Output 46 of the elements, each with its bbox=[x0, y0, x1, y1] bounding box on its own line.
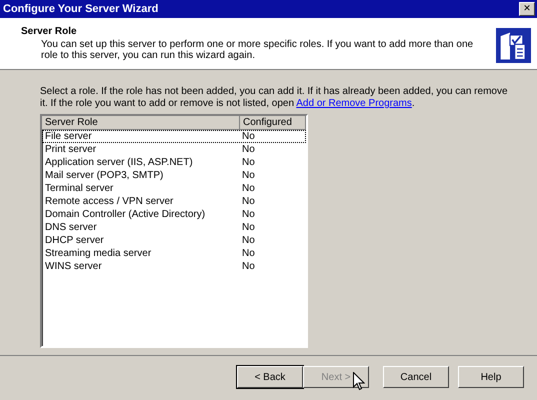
close-button[interactable]: ✕ bbox=[519, 2, 535, 16]
configured-status: No bbox=[242, 144, 256, 155]
role-name: Domain Controller (Active Directory) bbox=[44, 209, 206, 220]
role-name: Streaming media server bbox=[44, 248, 152, 259]
wizard-button[interactable]: Help bbox=[458, 366, 524, 388]
configured-status: No bbox=[242, 261, 256, 272]
role-row[interactable]: Remote access / VPN server No bbox=[42, 195, 306, 208]
instruction-text: Select a role. If the role has not been added, you can add it. If it has already been added, you can remove it. If the role you want to add or remove is not listed, open Add or Remove Programs. bbox=[40, 86, 509, 110]
role-row[interactable]: Domain Controller (Active Directory) No bbox=[42, 208, 306, 221]
configured-status: No bbox=[242, 209, 256, 220]
role-name: Remote access / VPN server bbox=[44, 196, 174, 207]
role-name: DHCP server bbox=[44, 235, 105, 246]
role-row[interactable]: Print server No bbox=[42, 143, 306, 156]
page-title: Server Role bbox=[21, 26, 78, 37]
add-remove-programs-link[interactable]: Add or Remove Programs bbox=[296, 98, 412, 109]
role-name: DNS server bbox=[44, 222, 98, 233]
configured-status: No bbox=[242, 131, 256, 142]
column-header[interactable]: Server Role bbox=[42, 116, 240, 130]
role-name: Application server (IIS, ASP.NET) bbox=[44, 157, 194, 168]
configured-status: No bbox=[242, 157, 256, 168]
configured-status: No bbox=[242, 196, 256, 207]
role-row[interactable]: DNS server No bbox=[42, 221, 306, 234]
role-row[interactable]: DHCP server No bbox=[42, 234, 306, 247]
configured-status: No bbox=[242, 170, 256, 181]
configured-status: No bbox=[242, 222, 256, 233]
role-row[interactable]: Streaming media server No bbox=[42, 247, 306, 260]
mouse-pointer-icon bbox=[353, 372, 365, 391]
role-name: Mail server (POP3, SMTP) bbox=[44, 170, 164, 181]
role-row[interactable]: WINS server No bbox=[42, 260, 306, 273]
role-row[interactable]: Terminal server No bbox=[42, 182, 306, 195]
role-row[interactable]: File server No bbox=[42, 130, 306, 143]
window-title: Configure Your Server Wizard bbox=[3, 3, 158, 15]
role-name: WINS server bbox=[44, 261, 103, 272]
role-row[interactable]: Application server (IIS, ASP.NET) No bbox=[42, 156, 306, 169]
checklist-icon bbox=[496, 28, 531, 63]
role-name: File server bbox=[44, 131, 93, 142]
role-name: Terminal server bbox=[44, 183, 114, 194]
column-header[interactable]: Configured bbox=[240, 116, 306, 130]
role-row[interactable]: Mail server (POP3, SMTP) No bbox=[42, 169, 306, 182]
configured-status: No bbox=[242, 183, 256, 194]
role-name: Print server bbox=[44, 144, 98, 155]
wizard-button[interactable]: Cancel bbox=[383, 366, 449, 388]
wizard-button[interactable]: < Back bbox=[237, 366, 303, 388]
configured-status: No bbox=[242, 235, 256, 246]
configured-status: No bbox=[242, 248, 256, 259]
page-description: You can set up this server to perform one or more specific roles. If you want to add more than one role to this server, you can run this wizard again. bbox=[41, 39, 474, 61]
